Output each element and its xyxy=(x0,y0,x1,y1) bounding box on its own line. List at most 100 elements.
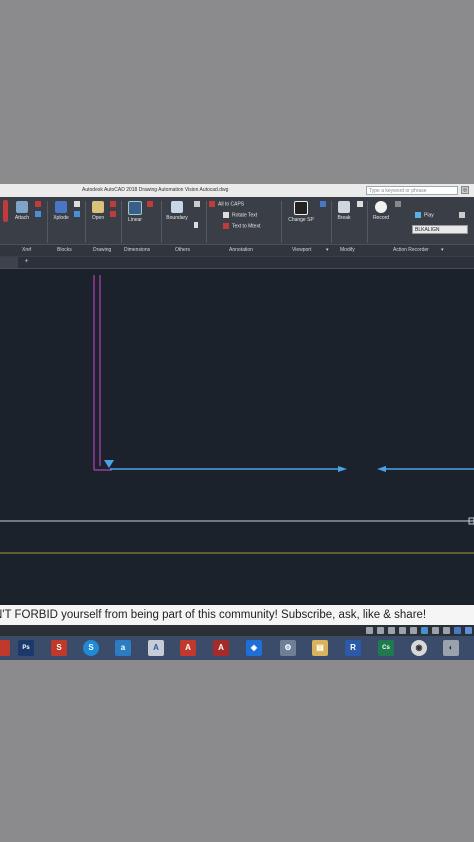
panel-modify[interactable]: Modify xyxy=(340,247,355,253)
file-tab[interactable] xyxy=(0,257,18,268)
recorder-small-tools[interactable] xyxy=(395,201,404,207)
app-clipped-icon[interactable] xyxy=(0,640,10,656)
status-ortho-icon[interactable] xyxy=(388,627,395,634)
status-isolate-icon[interactable] xyxy=(443,627,450,634)
pause-tool[interactable] xyxy=(194,222,201,228)
panel-action-recorder[interactable]: Action Recorder xyxy=(393,247,429,253)
arrowhead-left-icon xyxy=(377,466,386,472)
taskbar-camtasia-icon[interactable]: Cs xyxy=(378,640,394,656)
text-to-mtext-label: Text to Mtext xyxy=(232,223,261,230)
taskbar-autocad-icon[interactable]: a xyxy=(115,640,131,656)
all-to-caps-label: All to CAPS xyxy=(218,201,245,208)
panel-others[interactable]: Others xyxy=(175,247,190,253)
block-small-tools[interactable] xyxy=(74,201,83,207)
mtext-icon xyxy=(223,223,229,229)
panel-divider xyxy=(161,201,162,243)
panel-annotation[interactable]: Annotation xyxy=(229,247,253,253)
taskbar-disk-icon[interactable]: ◐ xyxy=(443,640,459,656)
caps-icon xyxy=(209,201,215,207)
panel-viewport[interactable]: Viewport xyxy=(292,247,311,253)
others-icon xyxy=(194,201,200,207)
action-recorder-expand-icon[interactable]: ▾ xyxy=(441,247,444,253)
screen: { "window": { "title": "Autodesk AutoCAD… xyxy=(0,0,474,842)
linear-button[interactable]: Linear xyxy=(124,201,146,223)
taskbar-network-icon[interactable]: ⚙ xyxy=(280,640,296,656)
viewport-small-tools[interactable] xyxy=(320,201,329,207)
all-to-caps-button[interactable]: All to CAPS xyxy=(209,201,244,207)
record-icon xyxy=(375,201,387,213)
taskbar-revit-icon[interactable]: R xyxy=(345,640,361,656)
others-small-tools[interactable] xyxy=(194,201,203,207)
panel-blocks[interactable]: Blocks xyxy=(57,247,72,253)
status-osnap-icon[interactable] xyxy=(410,627,417,634)
play-button[interactable]: Play xyxy=(415,212,434,218)
panel-divider xyxy=(85,201,86,243)
panel-divider xyxy=(121,201,122,243)
open-label: Open xyxy=(91,215,105,221)
taskbar-acrobat-icon[interactable]: A xyxy=(213,640,229,656)
recorder-more[interactable] xyxy=(459,212,468,218)
status-annotation-icon[interactable] xyxy=(432,627,439,634)
folder-icon xyxy=(92,201,104,213)
panel-drawing[interactable]: Drawing xyxy=(93,247,111,253)
taskbar-autocad-red-icon[interactable]: A xyxy=(180,640,196,656)
linear-label: Linear xyxy=(128,217,142,223)
panel-dimensions[interactable]: Dimensions xyxy=(124,247,150,253)
xplode-icon xyxy=(55,201,67,213)
tool-icon xyxy=(2,200,8,222)
arrowhead-right-icon xyxy=(338,466,347,472)
xplode-button[interactable]: Xplode xyxy=(50,201,72,221)
open-button[interactable]: Open xyxy=(88,201,108,221)
dimension-small-tools[interactable] xyxy=(147,201,156,207)
block-small-tools-2[interactable] xyxy=(74,211,83,217)
new-tab-icon[interactable]: + xyxy=(22,258,31,266)
boundary-button[interactable]: Boundary xyxy=(164,201,190,221)
taskbar-photoshop-icon[interactable]: Ps xyxy=(18,640,34,656)
taskbar-dropbox-icon[interactable]: ◆ xyxy=(246,640,262,656)
attach-label: Attach xyxy=(14,215,30,221)
taskbar-folder-icon[interactable]: ▤ xyxy=(312,640,328,656)
taskbar-autocad-lt-icon[interactable]: A xyxy=(148,640,164,656)
search-input[interactable]: Type a keyword or phrase xyxy=(366,186,458,195)
action-macro-select[interactable]: BLKALIGN xyxy=(412,225,468,234)
recorder-icon xyxy=(395,201,401,207)
status-grid-icon[interactable] xyxy=(366,627,373,634)
xref-small-tools[interactable] xyxy=(35,201,44,207)
pdf-icon xyxy=(110,201,116,207)
xplode-label: Xplode xyxy=(53,215,69,221)
taskbar-skype-icon[interactable]: S xyxy=(83,640,99,656)
left-clipped-tools[interactable] xyxy=(2,200,8,224)
os-taskbar: Ps S S a A A A ◆ ⚙ ▤ R Cs ◉ ◐ xyxy=(0,636,474,660)
drawing-canvas[interactable] xyxy=(0,269,474,605)
status-polar-icon[interactable] xyxy=(399,627,406,634)
record-button[interactable]: Record xyxy=(370,201,392,221)
xref-small-tools-2[interactable] xyxy=(35,211,44,217)
change-space-button[interactable]: Change SP xyxy=(284,201,318,223)
drawing-small-tools-2[interactable] xyxy=(110,211,119,217)
status-snap-icon[interactable] xyxy=(377,627,384,634)
panel-title-bar: Xref Blocks Drawing Dimensions Others An… xyxy=(0,244,474,256)
panel-xref[interactable]: Xref xyxy=(22,247,31,253)
status-scale-icon[interactable] xyxy=(454,627,461,634)
change-space-icon xyxy=(294,201,308,215)
status-customize-icon[interactable] xyxy=(465,627,472,634)
attach-button[interactable]: Attach xyxy=(12,201,32,221)
dim-icon xyxy=(147,201,153,207)
block-icon xyxy=(74,201,80,207)
autocad-window: Autodesk AutoCAD 2018 Drawing Automation… xyxy=(0,184,474,660)
modify-small-tools[interactable] xyxy=(357,201,366,207)
panel-divider xyxy=(331,201,332,243)
break-button[interactable]: Break xyxy=(334,201,354,221)
taskbar-sketchup-icon[interactable]: S xyxy=(51,640,67,656)
viewport-expand-icon[interactable]: ▾ xyxy=(326,247,329,253)
break-icon xyxy=(338,201,350,213)
rotate-text-button[interactable]: Rotate Text xyxy=(223,212,257,218)
text-to-mtext-button[interactable]: Text to Mtext xyxy=(223,223,260,229)
status-bar xyxy=(0,625,474,636)
window-title: Autodesk AutoCAD 2018 Drawing Automation… xyxy=(82,187,229,193)
status-workspace-icon[interactable] xyxy=(421,627,428,634)
binoculars-icon[interactable]: ◎ xyxy=(461,186,469,194)
ribbon: Attach Xplode Open Linear Boundary All t… xyxy=(0,197,474,258)
drawing-small-tools[interactable] xyxy=(110,201,119,207)
taskbar-chrome-icon[interactable]: ◉ xyxy=(411,640,427,656)
